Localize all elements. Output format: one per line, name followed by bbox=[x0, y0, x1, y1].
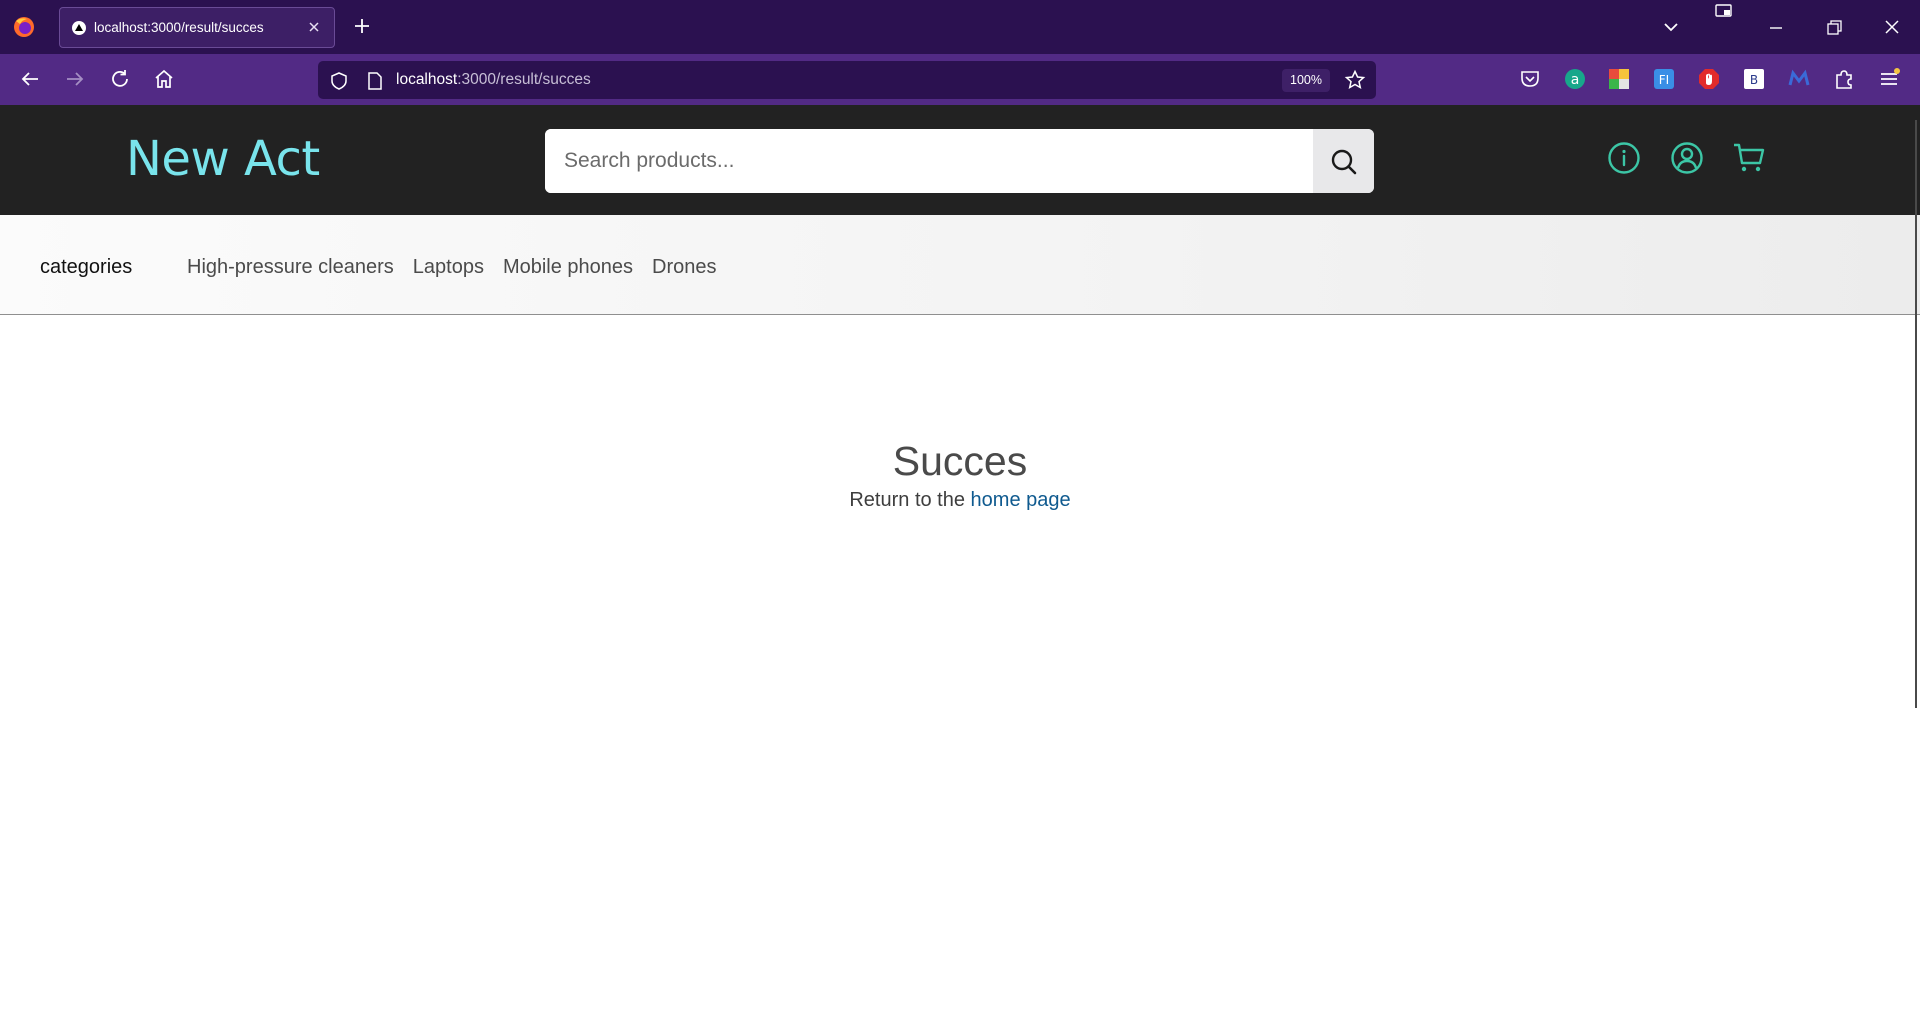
adblocker-icon[interactable] bbox=[1697, 67, 1721, 91]
firefox-logo-icon[interactable] bbox=[12, 16, 36, 38]
browser-tab-strip: localhost:3000/result/succes bbox=[0, 0, 1920, 54]
picture-in-picture-icon[interactable] bbox=[1714, 2, 1734, 20]
site-header: New Act bbox=[0, 105, 1920, 215]
active-tab[interactable]: localhost:3000/result/succes bbox=[59, 7, 335, 48]
category-link-drones[interactable]: Drones bbox=[652, 256, 716, 279]
brand-logo[interactable]: New Act bbox=[126, 131, 320, 187]
extension-m-icon[interactable] bbox=[1787, 67, 1811, 91]
extension-b-icon[interactable]: B bbox=[1742, 67, 1766, 91]
search-input[interactable] bbox=[545, 129, 1314, 193]
extensions-puzzle-icon[interactable] bbox=[1832, 67, 1856, 91]
restore-window-icon[interactable] bbox=[1823, 17, 1845, 39]
nextjs-favicon-icon bbox=[72, 21, 86, 35]
list-all-tabs-icon[interactable] bbox=[1660, 16, 1682, 38]
extension-colorful-icon[interactable] bbox=[1607, 67, 1631, 91]
new-tab-icon[interactable] bbox=[350, 14, 374, 38]
svg-text:FI: FI bbox=[1659, 73, 1669, 87]
page-scrollbar[interactable] bbox=[1915, 120, 1917, 708]
info-icon[interactable] bbox=[1607, 141, 1641, 175]
category-link-laptops[interactable]: Laptops bbox=[413, 256, 484, 279]
result-content: Succes Return to the home page bbox=[0, 438, 1920, 512]
app-menu-icon[interactable] bbox=[1877, 67, 1901, 91]
home-page-link[interactable]: home page bbox=[971, 489, 1071, 511]
browser-navigation-bar: localhost:3000/result/succes 100% a FI B bbox=[0, 54, 1920, 105]
svg-text:a: a bbox=[1571, 72, 1580, 88]
result-message: Return to the home page bbox=[0, 489, 1920, 512]
category-navigation: categories High-pressure cleaners Laptop… bbox=[0, 215, 1920, 315]
extension-a-icon[interactable]: a bbox=[1563, 67, 1587, 91]
user-account-icon[interactable] bbox=[1670, 141, 1704, 175]
category-link-mobile-phones[interactable]: Mobile phones bbox=[503, 256, 633, 279]
address-bar[interactable]: localhost:3000/result/succes 100% bbox=[318, 61, 1376, 99]
tracking-protection-shield-icon[interactable] bbox=[329, 71, 349, 91]
home-icon[interactable] bbox=[152, 67, 176, 91]
extension-fi-icon[interactable]: FI bbox=[1652, 67, 1676, 91]
cart-icon[interactable] bbox=[1732, 141, 1766, 175]
page-info-icon[interactable] bbox=[366, 71, 384, 91]
search-icon bbox=[1331, 149, 1357, 175]
close-tab-icon[interactable] bbox=[304, 17, 324, 37]
result-title: Succes bbox=[892, 438, 1028, 484]
search-button[interactable] bbox=[1313, 129, 1374, 193]
url-text[interactable]: localhost:3000/result/succes bbox=[396, 71, 591, 89]
bookmark-star-icon[interactable] bbox=[1344, 69, 1366, 91]
svg-text:B: B bbox=[1750, 73, 1758, 87]
forward-arrow-icon[interactable] bbox=[63, 67, 87, 91]
search-bar bbox=[545, 129, 1374, 193]
result-message-prefix: Return to the bbox=[849, 489, 971, 511]
reload-icon[interactable] bbox=[108, 67, 132, 91]
category-link-high-pressure-cleaners[interactable]: High-pressure cleaners bbox=[187, 256, 394, 279]
categories-heading: categories bbox=[40, 256, 133, 278]
back-arrow-icon[interactable] bbox=[18, 67, 42, 91]
zoom-level-badge[interactable]: 100% bbox=[1282, 69, 1330, 92]
tab-title: localhost:3000/result/succes bbox=[94, 20, 264, 35]
minimize-window-icon[interactable] bbox=[1765, 17, 1787, 39]
url-host: localhost bbox=[396, 71, 458, 88]
pocket-icon[interactable] bbox=[1518, 67, 1542, 91]
category-links: High-pressure cleaners Laptops Mobile ph… bbox=[187, 256, 717, 279]
close-window-icon[interactable] bbox=[1880, 15, 1904, 39]
url-path: :3000/result/succes bbox=[457, 71, 591, 88]
